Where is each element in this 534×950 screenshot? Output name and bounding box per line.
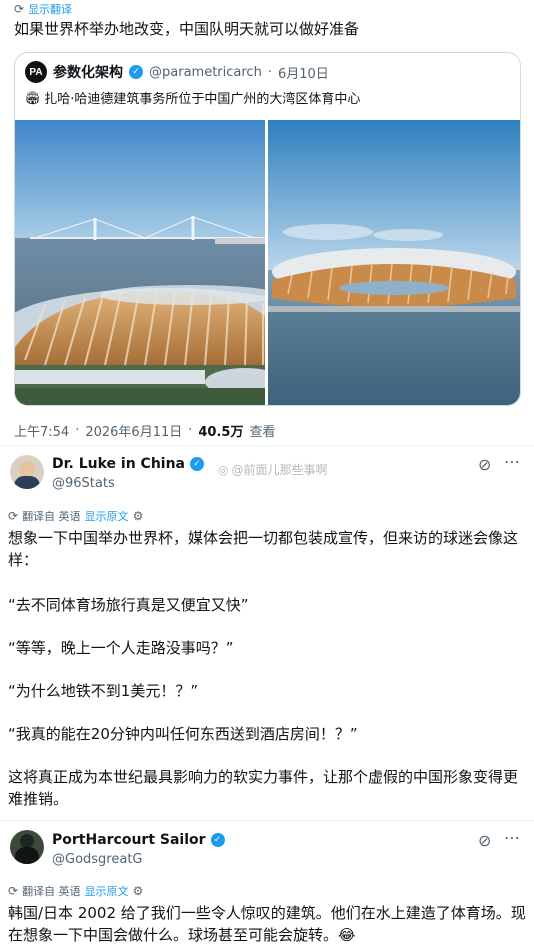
reply1-text-p4: “为什么地铁不到1美元！？” <box>8 682 199 700</box>
more-options-icon[interactable]: ⋯ <box>504 828 520 847</box>
translate-icon: ⟳ <box>8 509 19 523</box>
translate-toggle[interactable]: ⟳ 显示翻译 <box>14 1 72 17</box>
avatar[interactable] <box>10 830 44 864</box>
weibo-icon: ◎ <box>218 462 229 477</box>
reply1-text-p5: “我真的能在20分钟内叫任何东西送到酒店房间！？” <box>8 725 358 743</box>
view-count: 40.5万 <box>198 425 244 440</box>
show-original-link[interactable]: 显示原文 <box>85 508 129 524</box>
main-tweet-text: 如果世界杯举办地改变，中国队明天就可以做好准备 <box>14 20 360 38</box>
settings-gear-icon[interactable]: ⚙ <box>133 509 144 523</box>
watermark: ◎ @前面儿那些事啊 <box>218 462 328 478</box>
reply1-author-name[interactable]: Dr. Luke in China <box>52 456 185 472</box>
grok-icon[interactable]: ⊘ <box>478 455 491 474</box>
show-translation-link[interactable]: 显示翻译 <box>28 1 72 17</box>
views-label: 查看 <box>249 425 276 440</box>
reply1-text-p6: 这将真正成为本世纪最具影响力的软实力事件，让那个虚假的中国形象变得更难推销。 <box>8 768 519 808</box>
verified-badge-icon: ✓ <box>190 457 205 471</box>
verified-badge-icon: ✓ <box>129 65 143 79</box>
tweet-date[interactable]: 2026年6月11日 <box>85 421 182 440</box>
dot-separator: · <box>188 423 193 438</box>
translated-from-label: 翻译自 英语 <box>22 885 81 898</box>
translation-info: ⟳ 翻译自 英语 显示原文 ⚙ <box>8 883 143 899</box>
dot-separator: · <box>75 423 80 438</box>
quote-author-name[interactable]: 参数化架构 <box>53 62 123 82</box>
reply2-author-name[interactable]: PortHarcourt Sailor <box>52 832 206 848</box>
stadium-photo-right[interactable] <box>268 120 520 405</box>
reply1-text-p3: “等等，晚上一个人走路没事吗？” <box>8 639 234 657</box>
translate-icon: ⟳ <box>8 884 19 898</box>
grok-icon[interactable]: ⊘ <box>478 831 491 850</box>
more-options-icon[interactable]: ⋯ <box>504 452 520 471</box>
quote-author-handle[interactable]: @parametricarch <box>149 65 262 80</box>
divider <box>0 820 534 821</box>
reply1-text-p1: 想象一下中国举办世界杯，媒体会把一切都包装成宣传，但来访的球迷会像这样： <box>8 529 519 569</box>
stadium-emoji-icon: 🏟 <box>25 90 41 105</box>
quote-date[interactable]: 6月10日 <box>278 63 329 82</box>
reply2-author-handle[interactable]: @GodsgreatG <box>52 852 143 867</box>
reply1-text-p2: “去不同体育场旅行真是又便宜又快” <box>8 596 249 614</box>
quoted-tweet-card[interactable]: PA 参数化架构 ✓ @parametricarch · 6月10日 🏟 扎哈·… <box>14 52 521 406</box>
translated-from-label: 翻译自 英语 <box>22 510 81 523</box>
reply2-text: 韩国/日本 2002 给了我们一些令人惊叹的建筑。他们在水上建造了体育场。现在想… <box>8 904 526 944</box>
reply1-author-handle[interactable]: @96Stats <box>52 476 115 491</box>
translation-info: ⟳ 翻译自 英语 显示原文 ⚙ <box>8 508 143 524</box>
verified-badge-icon: ✓ <box>210 833 225 847</box>
quote-avatar[interactable]: PA <box>25 61 47 83</box>
dot-separator: · <box>267 64 272 80</box>
stadium-photo-left[interactable] <box>15 120 265 405</box>
translate-icon: ⟳ <box>14 2 25 16</box>
avatar[interactable] <box>10 455 44 489</box>
divider <box>0 445 534 446</box>
tweet-meta: 上午7:54 · 2026年6月11日 · 40.5万 查看 <box>14 421 275 440</box>
tweet-time[interactable]: 上午7:54 <box>14 421 69 440</box>
show-original-link[interactable]: 显示原文 <box>85 883 129 899</box>
quote-text: 扎哈·哈迪德建筑事务所位于中国广州的大湾区体育中心 <box>44 92 361 107</box>
settings-gear-icon[interactable]: ⚙ <box>133 884 144 898</box>
